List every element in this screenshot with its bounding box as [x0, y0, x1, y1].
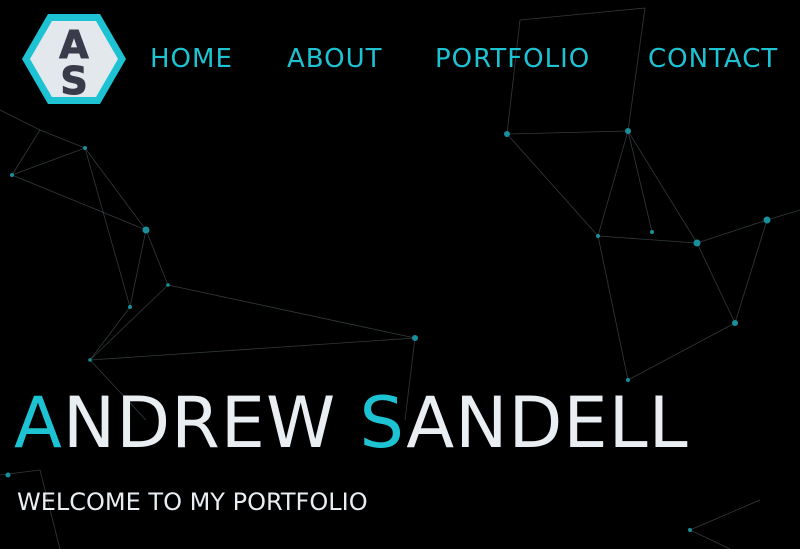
nav-link-about[interactable]: ABOUT	[287, 40, 383, 78]
hero-subtitle: WELCOME TO MY PORTFOLIO	[17, 488, 368, 516]
hero-first-initial: A	[14, 382, 63, 464]
hero-name-heading: ANDREW SANDELL	[14, 382, 689, 464]
nav-link-home[interactable]: HOME	[150, 40, 233, 78]
main-nav: HOME ABOUT PORTFOLIO CONTACT	[0, 40, 800, 80]
hero-last-rest: ANDELL	[406, 382, 689, 464]
hero-first-rest: NDREW	[62, 382, 360, 464]
nav-link-contact[interactable]: CONTACT	[648, 40, 778, 78]
nav-link-portfolio[interactable]: PORTFOLIO	[435, 40, 590, 78]
hero-last-initial: S	[359, 382, 407, 464]
